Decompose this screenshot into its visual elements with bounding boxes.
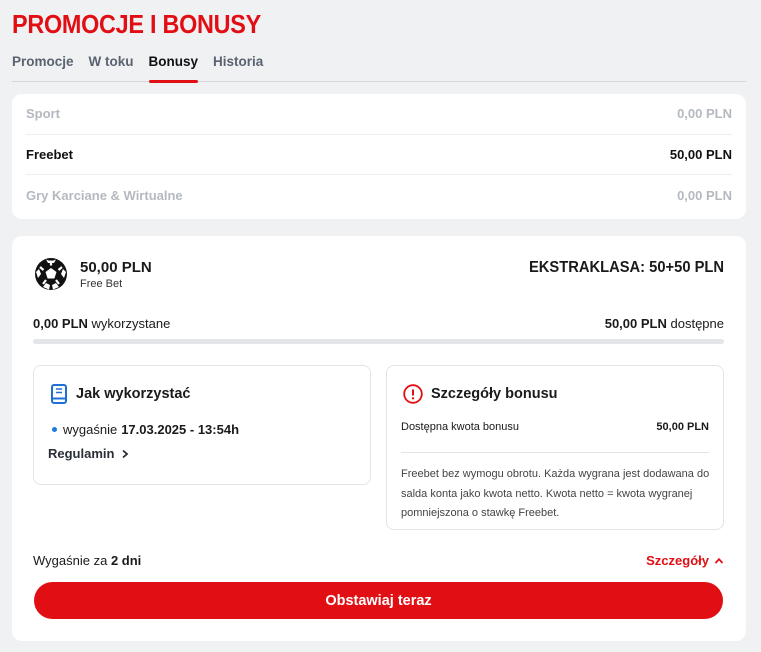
balance-value: 50,00 PLN: [669, 146, 732, 162]
used-value: 0,00 PLN: [33, 316, 88, 331]
details-toggle[interactable]: Szczegóły: [646, 553, 724, 568]
balance-label: Gry Karciane & Wirtualne: [26, 187, 183, 203]
info-icon: [403, 384, 423, 404]
balance-label: Freebet: [26, 146, 73, 162]
expires-in-label: Wygaśnie za: [33, 553, 108, 568]
expiry-label: wygaśnie: [63, 422, 118, 437]
bonus-card: 50,00 PLN Free Bet EKSTRAKLASA: 50+50 PL…: [12, 236, 746, 641]
bet-now-button[interactable]: Obstawiaj teraz: [34, 582, 723, 619]
balance-row-sport: Sport 0,00 PLN: [26, 94, 732, 135]
used-amount: 0,00 PLN wykorzystane: [33, 316, 170, 331]
balance-row-games: Gry Karciane & Wirtualne 0,00 PLN: [26, 175, 732, 216]
soccer-ball-icon: [35, 258, 67, 290]
used-label: wykorzystane: [91, 316, 171, 331]
balances-card: Sport 0,00 PLN Freebet 50,00 PLN Gry Kar…: [12, 94, 746, 219]
bonus-amount: 50,00 PLN: [80, 259, 152, 276]
tabs-bar: Promocje W toku Bonusy Historia: [12, 52, 746, 83]
expires-in: Wygaśnie za 2 dni: [33, 553, 141, 568]
divider: [401, 452, 709, 453]
details-toggle-label: Szczegóły: [646, 553, 709, 568]
details-row-value: 50,00 PLN: [656, 421, 709, 433]
bonus-details-title: Szczegóły bonusu: [431, 386, 558, 402]
bonus-description: Freebet bez wymogu obrotu. Każda wygrana…: [401, 468, 710, 519]
available-amount: 50,00 PLN dostępne: [605, 316, 724, 331]
balance-value: 0,00 PLN: [677, 187, 732, 203]
chevron-up-icon: [714, 557, 724, 564]
bullet-dot: [52, 427, 57, 432]
expires-in-value: 2 dni: [110, 553, 142, 568]
bonus-details-row: Dostępna kwota bonusu 50,00 PLN: [401, 421, 709, 433]
terms-label: Regulamin: [48, 446, 115, 461]
how-to-use-title: Jak wykorzystać: [76, 386, 191, 402]
tab-promocje[interactable]: Promocje: [12, 52, 74, 82]
available-value: 50,00 PLN: [604, 316, 667, 331]
page-title: PROMOCJE I BONUSY: [12, 9, 261, 39]
tab-bonusy[interactable]: Bonusy: [148, 52, 198, 83]
expiry-date: 17.03.2025 - 13:54h: [121, 422, 240, 437]
usage-progress-bar: [33, 339, 724, 344]
details-row-label: Dostępna kwota bonusu: [401, 421, 520, 433]
balance-row-freebet: Freebet 50,00 PLN: [26, 135, 732, 175]
tab-w-toku[interactable]: W toku: [89, 52, 134, 82]
balance-label: Sport: [26, 106, 60, 122]
balance-value: 0,00 PLN: [677, 106, 732, 122]
tab-historia[interactable]: Historia: [213, 52, 263, 82]
expiry-info: wygaśnie 17.03.2025 - 13:54h: [52, 422, 239, 437]
bonus-name: EKSTRAKLASA: 50+50 PLN: [528, 259, 724, 276]
bonus-details-box: Szczegóły bonusu Dostępna kwota bonusu 5…: [386, 365, 724, 530]
available-label: dostępne: [670, 316, 725, 331]
terms-link[interactable]: Regulamin: [48, 446, 129, 461]
how-to-use-box: Jak wykorzystać wygaśnie 17.03.2025 - 13…: [33, 365, 371, 485]
chevron-right-icon: [122, 449, 129, 458]
book-icon: [51, 384, 67, 404]
bonus-type: Free Bet: [80, 278, 123, 290]
